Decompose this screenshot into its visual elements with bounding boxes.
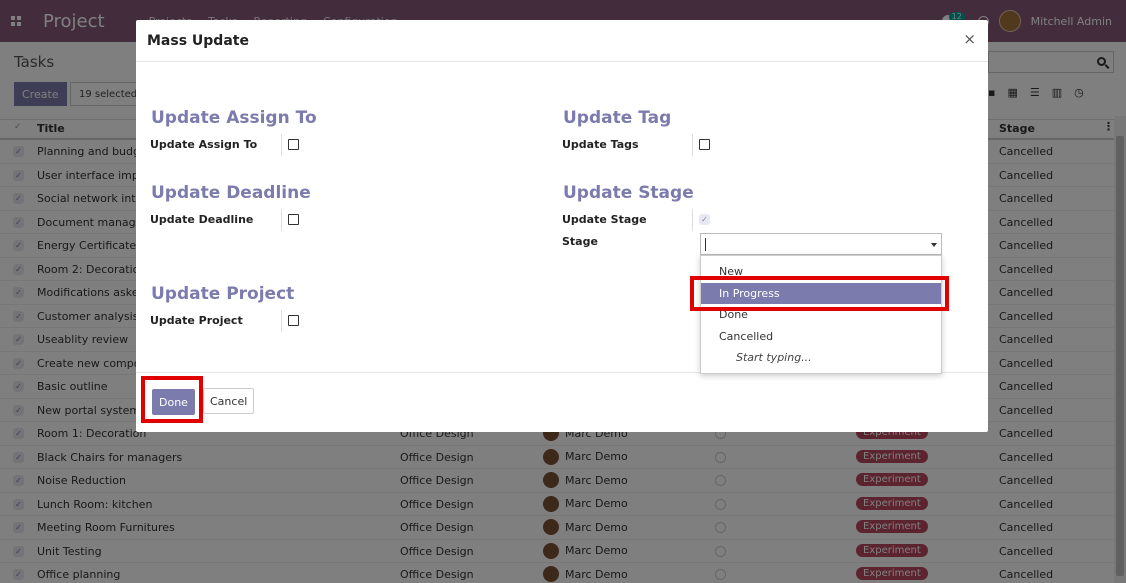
- highlight-in-progress: [690, 276, 949, 311]
- section-title-deadline: Update Deadline: [151, 183, 311, 203]
- stage-select-input[interactable]: [700, 233, 942, 255]
- stage-option-cancelled[interactable]: Cancelled: [701, 326, 941, 347]
- dialog-footer: [136, 372, 988, 432]
- project-checkbox[interactable]: [288, 315, 299, 326]
- field-separator: [281, 310, 282, 332]
- field-label-tags: Update Tags: [562, 138, 639, 151]
- text-cursor: [705, 238, 706, 251]
- section-title-assign: Update Assign To: [151, 108, 317, 128]
- dialog-title: Mass Update: [147, 33, 249, 49]
- dialog-header: Mass Update ×: [136, 20, 988, 62]
- field-label-assign: Update Assign To: [150, 138, 258, 151]
- deadline-checkbox[interactable]: [288, 214, 299, 225]
- tags-checkbox[interactable]: [699, 139, 710, 150]
- update-stage-checkbox[interactable]: ✓: [699, 214, 710, 225]
- field-separator: [692, 134, 693, 156]
- field-separator: [692, 209, 693, 231]
- highlight-done-button: [141, 376, 203, 423]
- field-separator: [281, 209, 282, 231]
- field-separator: [281, 134, 282, 156]
- field-label-update-stage: Update Stage: [562, 213, 647, 226]
- field-label-project: Update Project: [150, 314, 243, 327]
- field-label-deadline: Update Deadline: [150, 213, 254, 226]
- section-title-tag: Update Tag: [563, 108, 672, 128]
- close-icon[interactable]: ×: [963, 30, 976, 48]
- chevron-down-icon[interactable]: [931, 243, 937, 247]
- field-label-stage: Stage: [562, 235, 598, 248]
- section-title-project: Update Project: [151, 284, 295, 304]
- cancel-button[interactable]: Cancel: [203, 388, 255, 414]
- assign-checkbox[interactable]: [288, 139, 299, 150]
- stage-dropdown-menu: New Done In Progress Cancelled Start typ…: [700, 255, 942, 374]
- start-typing-hint: Start typing...: [736, 351, 812, 364]
- section-title-stage: Update Stage: [563, 183, 694, 203]
